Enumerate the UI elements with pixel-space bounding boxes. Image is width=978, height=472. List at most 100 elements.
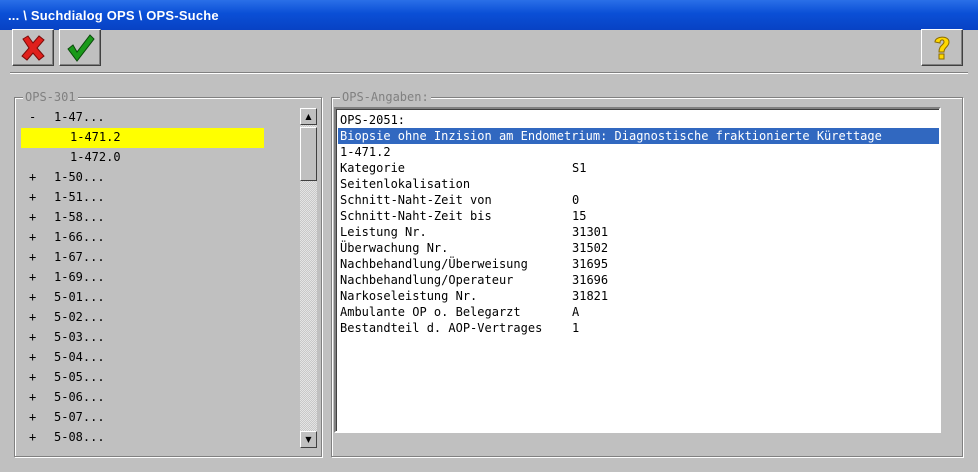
- detail-field-value: 31696: [572, 273, 609, 287]
- detail-field: Schnitt-Naht-Zeit bis 15: [340, 208, 900, 224]
- tree-item[interactable]: 1-471.2: [21, 128, 264, 148]
- expand-toggle[interactable]: +: [29, 328, 39, 346]
- tree-item-label: 1-50...: [54, 170, 105, 184]
- tree-item[interactable]: +1-50...: [20, 168, 140, 188]
- green-check-icon: [67, 34, 95, 62]
- expand-toggle[interactable]: +: [29, 268, 39, 286]
- expand-toggle[interactable]: +: [29, 228, 39, 246]
- details-description: Biopsie ohne Inzision am Endometrium: Di…: [338, 128, 939, 144]
- detail-field-label: Schnitt-Naht-Zeit von: [340, 193, 492, 207]
- detail-field-label: Leistung Nr.: [340, 225, 427, 239]
- details-header: OPS-2051:: [340, 113, 406, 127]
- detail-field-value: 31821: [572, 289, 609, 303]
- yellow-question-icon: [934, 36, 950, 60]
- detail-field-label: Bestandteil d. AOP-Vertrages: [340, 321, 543, 335]
- tree-item-label: 5-06...: [54, 390, 105, 404]
- detail-field: Nachbehandlung/Überweisung 31695: [340, 256, 900, 272]
- detail-field-label: Schnitt-Naht-Zeit bis: [340, 209, 492, 223]
- tree-item[interactable]: +1-58...: [20, 208, 140, 228]
- expand-toggle[interactable]: +: [29, 428, 39, 446]
- ok-button[interactable]: [59, 29, 101, 66]
- expand-toggle[interactable]: +: [29, 388, 39, 406]
- collapse-toggle[interactable]: -: [29, 108, 39, 126]
- tree-item-label: 1-471.2: [70, 130, 121, 144]
- tree-item[interactable]: - 1-47...: [20, 108, 140, 128]
- tree-item-label: 5-03...: [54, 330, 105, 344]
- help-button[interactable]: [921, 29, 963, 66]
- tree-item[interactable]: +5-02...: [20, 308, 140, 328]
- toolbar-separator: [10, 72, 968, 74]
- tree-item[interactable]: +5-04...: [20, 348, 140, 368]
- detail-field-label: Kategorie: [340, 161, 406, 175]
- tree-item[interactable]: +5-06...: [20, 388, 140, 408]
- tree-item-label: 1-47...: [54, 110, 105, 124]
- scroll-up-button[interactable]: ▲: [300, 108, 317, 125]
- detail-field-value: 1: [572, 321, 580, 335]
- tree-item-label: 5-07...: [54, 410, 105, 424]
- ops-details-group-title: OPS-Angaben:: [340, 90, 431, 104]
- scroll-thumb[interactable]: [300, 127, 317, 181]
- detail-field: Ambulante OP o. Belegarzt A: [340, 304, 900, 320]
- detail-field-value: 0: [572, 193, 580, 207]
- tree-item-label: 1-51...: [54, 190, 105, 204]
- tree-item[interactable]: +1-69...: [20, 268, 140, 288]
- expand-toggle[interactable]: +: [29, 408, 39, 426]
- detail-field: Schnitt-Naht-Zeit von 0: [340, 192, 900, 208]
- tree-item-label: 5-05...: [54, 370, 105, 384]
- tree-item[interactable]: 1-472.0: [21, 148, 264, 168]
- detail-field: Nachbehandlung/Operateur 31696: [340, 272, 900, 288]
- detail-field: Bestandteil d. AOP-Vertrages 1: [340, 320, 900, 336]
- detail-field: Narkoseleistung Nr. 31821: [340, 288, 900, 304]
- tree-item-label: 5-01...: [54, 290, 105, 304]
- tree-item-label: 5-02...: [54, 310, 105, 324]
- expand-toggle[interactable]: +: [29, 368, 39, 386]
- expand-toggle[interactable]: +: [29, 188, 39, 206]
- tree-item[interactable]: +1-51...: [20, 188, 140, 208]
- tree-item-label: 5-08...: [54, 430, 105, 444]
- detail-field-value: A: [572, 305, 580, 319]
- tree-item-label: 1-69...: [54, 270, 105, 284]
- expand-toggle[interactable]: +: [29, 348, 39, 366]
- ops-details-textbox[interactable]: OPS-2051: Biopsie ohne Inzision am Endom…: [334, 107, 941, 433]
- tree-item-label: 1-472.0: [70, 150, 121, 164]
- tree-item[interactable]: +1-67...: [20, 248, 140, 268]
- detail-field-label: Seitenlokalisation: [340, 177, 471, 191]
- expand-toggle[interactable]: +: [29, 308, 39, 326]
- detail-field-label: Narkoseleistung Nr.: [340, 289, 478, 303]
- detail-field: Seitenlokalisation: [340, 176, 900, 192]
- tree-item-label: 1-66...: [54, 230, 105, 244]
- detail-field: Kategorie S1: [340, 160, 900, 176]
- detail-field-value: 31502: [572, 241, 609, 255]
- scroll-down-button[interactable]: ▼: [300, 431, 317, 448]
- tree-item-label: 1-67...: [54, 250, 105, 264]
- cancel-button[interactable]: [12, 29, 54, 66]
- tree-item[interactable]: +5-01...: [20, 288, 140, 308]
- tree-item-label: 5-04...: [54, 350, 105, 364]
- ops-tree[interactable]: -1-47... 1-471.2 1-472.0 +1-50... +1-51... +1…: [20, 108, 300, 448]
- tree-item[interactable]: +1-66...: [20, 228, 140, 248]
- detail-field: Überwachung Nr. 31502: [340, 240, 900, 256]
- detail-field-value: 15: [572, 209, 587, 223]
- detail-field-label: Nachbehandlung/Operateur: [340, 273, 514, 287]
- red-x-icon: [21, 35, 45, 61]
- detail-field-value: 31695: [572, 257, 609, 271]
- expand-toggle[interactable]: +: [29, 168, 39, 186]
- detail-field-label: Nachbehandlung/Überweisung: [340, 257, 528, 271]
- detail-field-value: S1: [572, 161, 587, 175]
- tree-item[interactable]: +5-03...: [20, 328, 140, 348]
- tree-scrollbar[interactable]: ▲ ▼: [300, 108, 317, 448]
- title-bar: ... \ Suchdialog OPS \ OPS-Suche: [0, 0, 978, 30]
- ops301-group-title: OPS-301: [23, 90, 78, 104]
- tree-item[interactable]: +5-08...: [20, 428, 140, 448]
- window-title: ... \ Suchdialog OPS \ OPS-Suche: [8, 8, 219, 23]
- tree-item-label: 1-58...: [54, 210, 105, 224]
- expand-toggle[interactable]: +: [29, 288, 39, 306]
- detail-field-label: Ambulante OP o. Belegarzt: [340, 305, 521, 319]
- tree-item[interactable]: +5-05...: [20, 368, 140, 388]
- expand-toggle[interactable]: +: [29, 208, 39, 226]
- expand-toggle[interactable]: +: [29, 248, 39, 266]
- detail-field: Leistung Nr. 31301: [340, 224, 900, 240]
- details-code: 1-471.2: [340, 145, 391, 159]
- tree-item[interactable]: +5-07...: [20, 408, 140, 428]
- detail-field-value: 31301: [572, 225, 609, 239]
